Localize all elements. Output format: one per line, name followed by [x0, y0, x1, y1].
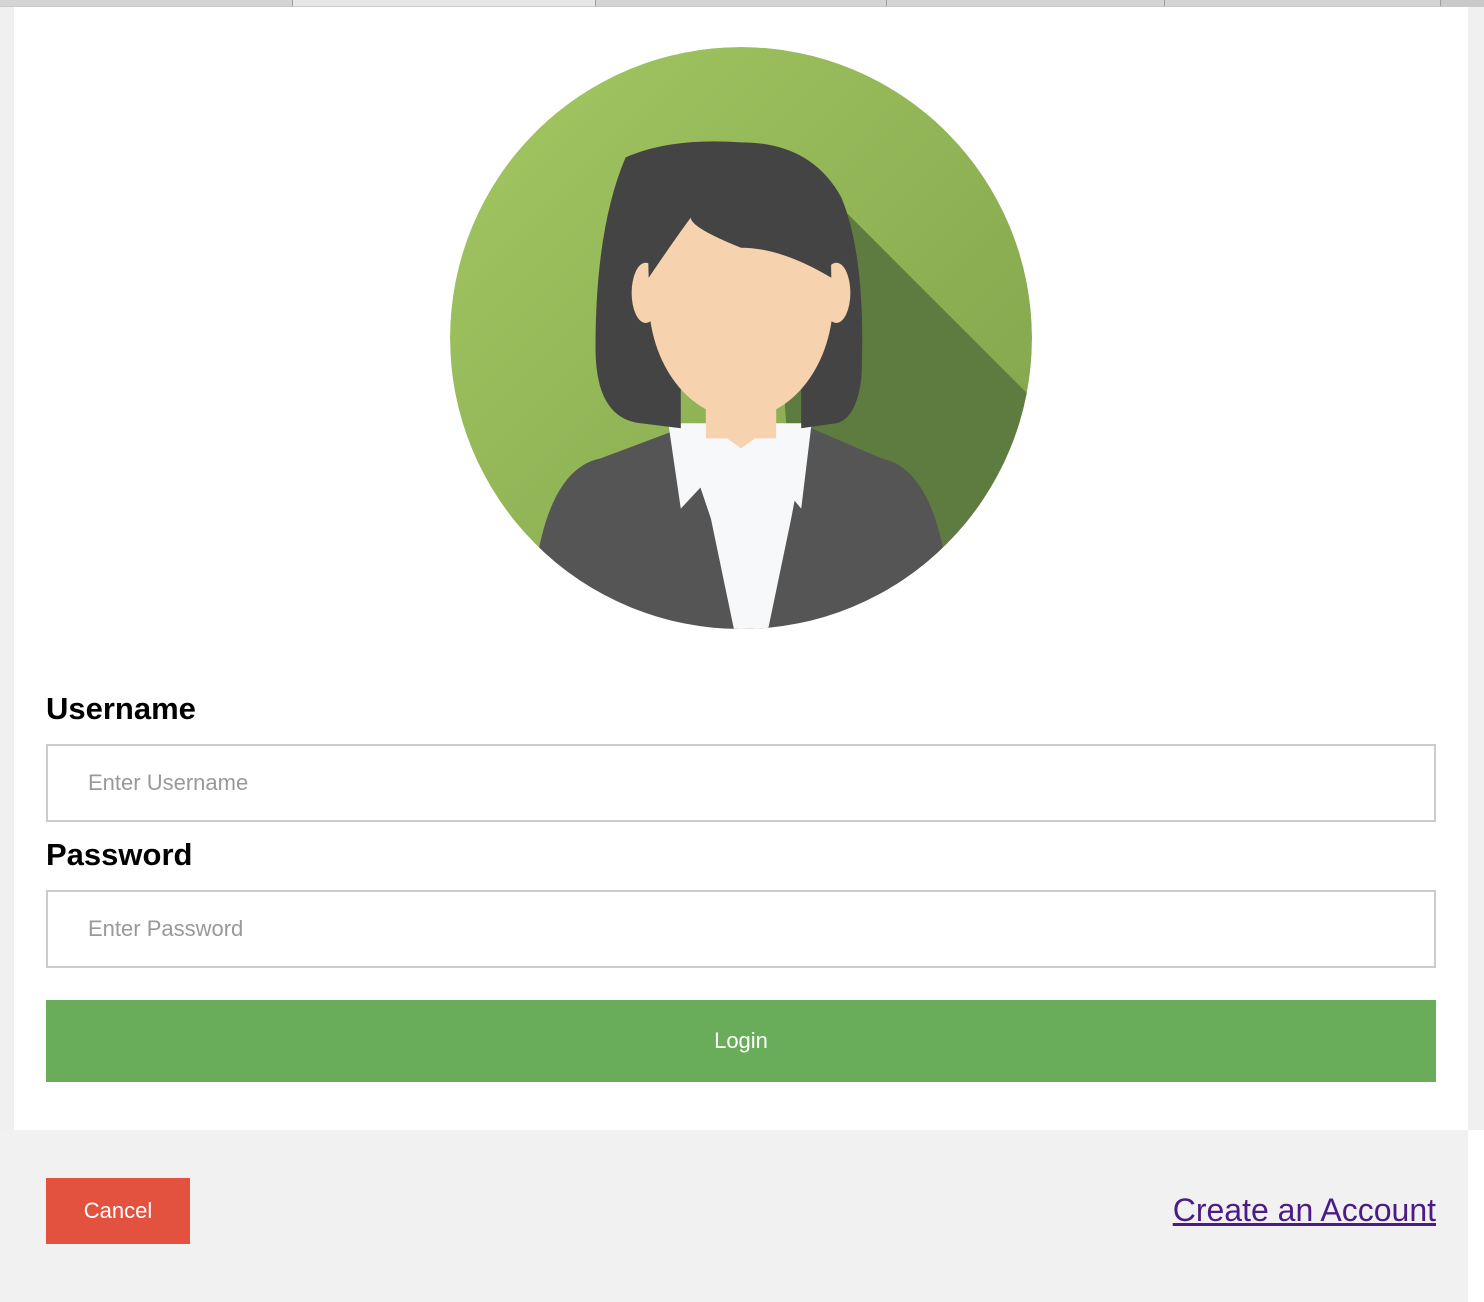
cancel-button[interactable]: Cancel [46, 1178, 190, 1244]
tab[interactable] [1165, 0, 1441, 6]
tab[interactable] [0, 0, 293, 6]
create-account-link[interactable]: Create an Account [1173, 1192, 1436, 1229]
avatar [450, 47, 1032, 629]
password-label: Password [46, 837, 193, 872]
footer-right-edge [1468, 1130, 1484, 1302]
username-input[interactable] [46, 744, 1436, 822]
login-button[interactable]: Login [46, 1000, 1436, 1082]
login-form-body: Username Password Login [14, 7, 1468, 1130]
password-input[interactable] [46, 890, 1436, 968]
tab[interactable] [887, 0, 1165, 6]
modal-footer: Cancel Create an Account [0, 1130, 1484, 1302]
tab[interactable] [596, 0, 887, 6]
tab-active[interactable] [293, 0, 596, 6]
modal-left-gutter [0, 7, 14, 1130]
browser-tab-strip [0, 0, 1484, 7]
modal-right-gutter [1468, 7, 1484, 1130]
username-label: Username [46, 691, 196, 726]
